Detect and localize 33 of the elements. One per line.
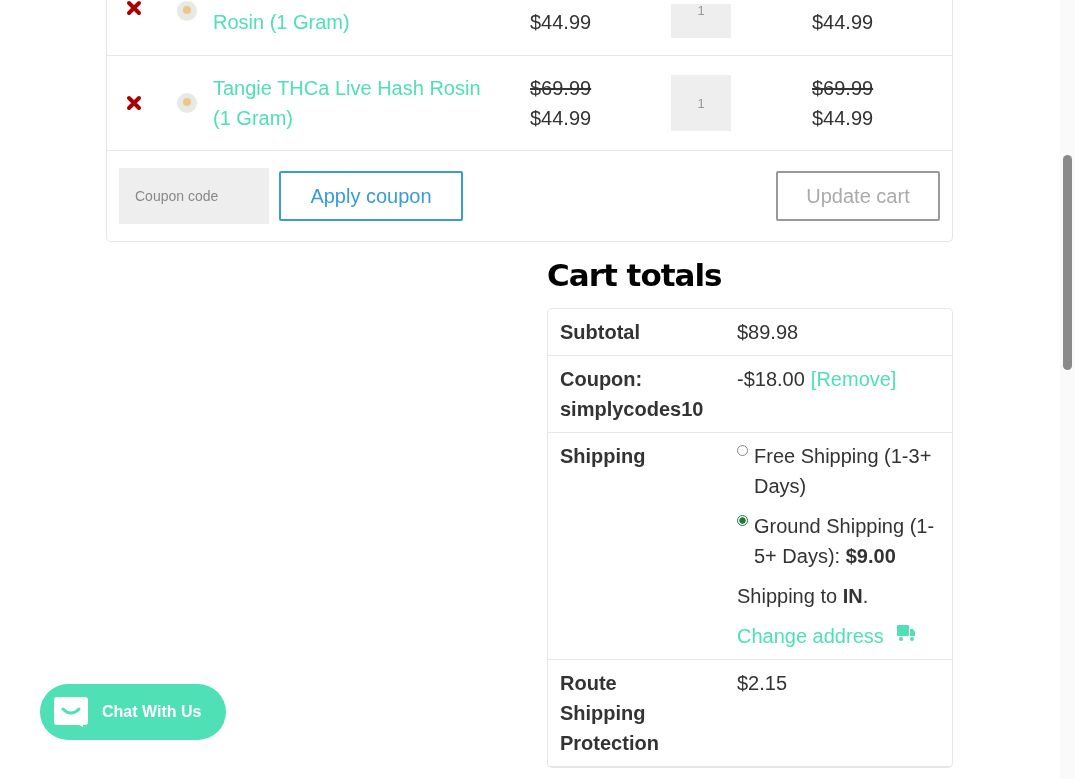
row-label: Subtotal <box>560 320 641 345</box>
quantity-field[interactable]: 1 <box>671 75 731 131</box>
sale-price: $44.99 <box>530 106 593 131</box>
original-subtotal: $69.99 <box>812 76 875 101</box>
shipping-option[interactable]: Ground Shipping (1-5+ Days): $9.00 <box>754 511 940 571</box>
shipping-option[interactable]: Free Shipping (1-3+ Days) <box>754 441 940 501</box>
chat-bubble-icon <box>54 697 88 727</box>
product-thumbnail <box>176 92 198 114</box>
line-subtotal: $44.99 <box>812 10 875 35</box>
discount-value: -$18.00 <box>737 368 805 390</box>
quantity-field[interactable]: 1 <box>671 3 731 38</box>
sale-price: $44.99 <box>530 10 593 35</box>
product-link[interactable]: Tangie THCa Live Hash Rosin (1 Gram) <box>213 73 503 133</box>
product-thumbnail <box>176 0 198 22</box>
original-price: $69.99 <box>530 76 593 101</box>
remove-coupon-link[interactable]: [Remove] <box>810 368 897 390</box>
shipping-destination: Shipping to IN. <box>737 584 870 609</box>
remove-icon[interactable] <box>126 95 142 111</box>
truck-icon <box>895 623 916 643</box>
coupon-field[interactable]: Coupon code <box>119 168 269 224</box>
line-subtotal: $44.99 <box>812 106 875 131</box>
remove-icon[interactable] <box>126 0 142 16</box>
change-address-link[interactable]: Change address <box>737 621 884 651</box>
row-label: Route Shipping Protection <box>560 671 660 756</box>
radio-button[interactable] <box>737 515 748 526</box>
row-label: Coupon: simplycodes10 <box>560 367 705 422</box>
subtotal-value: $89.98 <box>737 321 799 343</box>
row-label: Shipping <box>560 444 647 469</box>
apply-coupon-button[interactable]: Apply coupon <box>279 171 463 221</box>
chat-button[interactable]: Chat With Us <box>40 684 226 740</box>
route-protection-value: $2.15 <box>737 672 788 694</box>
cart-totals-heading: Cart totals <box>547 256 723 295</box>
product-link[interactable]: Rosin (1 Gram) <box>213 7 503 37</box>
